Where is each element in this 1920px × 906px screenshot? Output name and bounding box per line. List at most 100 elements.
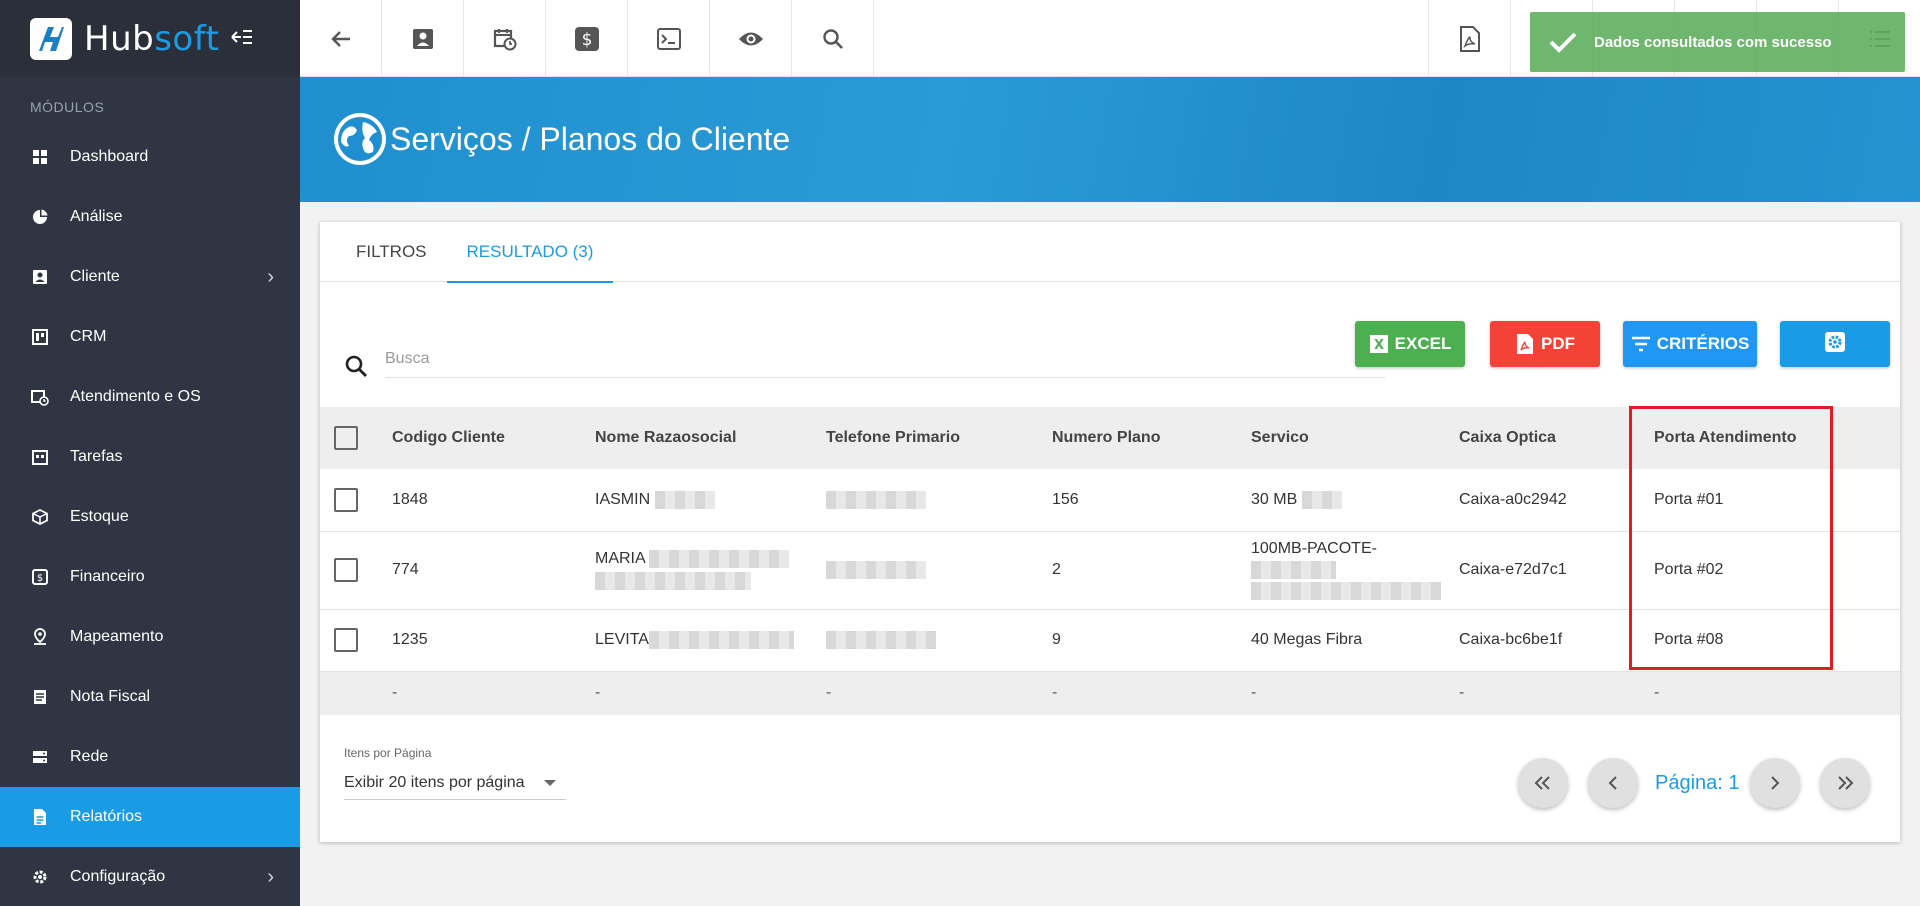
- cell-caixa: Caixa-a0c2942: [1459, 490, 1567, 508]
- contact-card-icon: [30, 267, 50, 287]
- view-button[interactable]: [710, 0, 792, 77]
- cell-caixa: Caixa-bc6be1f: [1459, 631, 1563, 648]
- column-header[interactable]: Codigo Cliente: [392, 407, 595, 469]
- sidebar-item-configuracao[interactable]: Configuração ›: [0, 847, 300, 906]
- row-checkbox[interactable]: [334, 558, 358, 582]
- pdf-export-button[interactable]: [1428, 0, 1510, 77]
- report-icon: [30, 807, 50, 827]
- sidebar-item-financeiro[interactable]: $ Financeiro: [0, 547, 300, 607]
- sidebar-item-analise[interactable]: Análise: [0, 187, 300, 247]
- column-header[interactable]: Servico: [1251, 407, 1459, 469]
- table-row[interactable]: 1848 IASMIN 156 30 MB Caixa-a0c2942 Port…: [320, 469, 1900, 531]
- collapse-menu-icon[interactable]: [231, 26, 253, 52]
- column-header[interactable]: Telefone Primario: [826, 407, 1052, 469]
- chevron-right-icon: ›: [267, 265, 274, 288]
- footer-cell: -: [595, 684, 601, 702]
- sidebar-item-label: Mapeamento: [70, 628, 164, 645]
- pdf-file-icon: [1459, 25, 1480, 52]
- footer-cell: -: [826, 684, 832, 702]
- sidebar-item-rede[interactable]: Rede: [0, 727, 300, 787]
- row-checkbox[interactable]: [334, 628, 358, 652]
- client-button[interactable]: [382, 0, 464, 77]
- sidebar-item-label: Nota Fiscal: [70, 688, 151, 705]
- select-all-cell: [320, 407, 392, 469]
- money-icon: $: [30, 567, 50, 587]
- cell-caixa: Caixa-e72d7c1: [1459, 561, 1567, 578]
- finance-button[interactable]: $: [546, 0, 628, 77]
- previous-page-button[interactable]: [1588, 758, 1638, 808]
- redacted-text: [1251, 561, 1336, 579]
- footer-cell: -: [1052, 684, 1058, 702]
- cell-servico: 100MB-PACOTE-: [1251, 531, 1459, 609]
- table-footer-row: - - - - - - -: [320, 671, 1900, 715]
- pie-chart-icon: [30, 207, 50, 227]
- sidebar-item-dashboard[interactable]: Dashboard: [0, 127, 300, 187]
- dropdown-caret-icon: [544, 780, 556, 786]
- cell-telefone: [826, 609, 1052, 671]
- chevron-right-icon: [1771, 776, 1780, 790]
- last-page-button[interactable]: [1820, 758, 1870, 808]
- sidebar: Hubsoft MÓDULOS Dashboard Análise Client…: [0, 0, 300, 906]
- first-page-button[interactable]: [1518, 758, 1568, 808]
- row-checkbox[interactable]: [334, 487, 358, 512]
- items-per-page-select[interactable]: Exibir 20 itens por página: [344, 766, 566, 800]
- schedule-button[interactable]: [464, 0, 546, 77]
- column-header[interactable]: Nome Razaosocial: [595, 407, 826, 469]
- column-header[interactable]: Porta Atendimento: [1654, 407, 1900, 469]
- table-row[interactable]: 1235 LEVITA 9 40 Megas Fibra Caixa-bc6be…: [320, 609, 1900, 671]
- sidebar-item-relatorios[interactable]: Relatórios: [0, 787, 300, 847]
- current-page-label: Página: 1: [1655, 772, 1740, 794]
- table-header-row: Codigo Cliente Nome Razaosocial Telefone…: [320, 407, 1900, 469]
- invoice-icon: [30, 687, 50, 707]
- criteria-button[interactable]: CRITÉRIOS: [1623, 321, 1757, 367]
- items-per-page-value: Exibir 20 itens por página: [344, 773, 525, 791]
- column-header[interactable]: Numero Plano: [1052, 407, 1251, 469]
- criteria-label: CRITÉRIOS: [1656, 334, 1750, 353]
- dashboard-icon: [30, 147, 50, 167]
- server-icon: [30, 747, 50, 767]
- sidebar-item-label: Relatórios: [70, 808, 143, 825]
- sidebar-item-tarefas[interactable]: Tarefas: [0, 427, 300, 487]
- calendar-clock-icon: [30, 387, 50, 407]
- next-page-button[interactable]: [1750, 758, 1800, 808]
- search-button[interactable]: [792, 0, 874, 77]
- table-row[interactable]: 774 MARIA 2 100MB-PACOTE- Caixa-e72d7c1 …: [320, 531, 1900, 609]
- redacted-text: [654, 490, 715, 509]
- pdf-export-button[interactable]: PDF: [1490, 321, 1600, 367]
- sidebar-item-cliente[interactable]: Cliente ›: [0, 247, 300, 307]
- sidebar-item-label: CRM: [70, 328, 107, 345]
- settings-button[interactable]: [1780, 321, 1890, 367]
- sidebar-item-label: Análise: [70, 208, 123, 225]
- tab-filtros[interactable]: FILTROS: [336, 222, 447, 282]
- sidebar-item-label: Cliente: [70, 268, 120, 285]
- sidebar-item-atendimento[interactable]: Atendimento e OS: [0, 367, 300, 427]
- eye-icon: [738, 32, 763, 45]
- cell-porta: Porta #01: [1654, 490, 1724, 508]
- double-chevron-right-icon: [1838, 776, 1854, 790]
- svg-text:$: $: [581, 30, 592, 50]
- tab-resultado[interactable]: RESULTADO (3): [446, 222, 614, 283]
- modules-section-title: MÓDULOS: [30, 99, 105, 115]
- sidebar-item-crm[interactable]: CRM: [0, 307, 300, 367]
- search-icon: [822, 28, 843, 49]
- check-icon: [1549, 32, 1577, 53]
- sidebar-item-estoque[interactable]: Estoque: [0, 487, 300, 547]
- cell-nome-text: LEVITA: [595, 631, 649, 649]
- redacted-text: [648, 630, 794, 649]
- search-input[interactable]: [385, 340, 1385, 378]
- brand-soft: soft: [154, 18, 220, 59]
- footer-cell: -: [1251, 684, 1257, 702]
- success-toast[interactable]: Dados consultados com sucesso: [1530, 12, 1905, 72]
- page-title-area: Serviços / Planos do Cliente: [334, 113, 790, 165]
- sidebar-item-mapeamento[interactable]: Mapeamento: [0, 607, 300, 667]
- excel-export-button[interactable]: X EXCEL: [1355, 321, 1465, 367]
- back-button[interactable]: [300, 0, 382, 77]
- sidebar-item-nota-fiscal[interactable]: Nota Fiscal: [0, 667, 300, 727]
- results-card: FILTROS RESULTADO (3) X EXCEL PDF CRITÉR…: [320, 222, 1900, 842]
- footer-cell: [320, 671, 392, 715]
- terminal-button[interactable]: [628, 0, 710, 77]
- brand-name: Hubsoft: [84, 19, 219, 59]
- column-header[interactable]: Caixa Optica: [1459, 407, 1654, 469]
- select-all-checkbox[interactable]: [334, 426, 358, 450]
- svg-text:$: $: [37, 573, 43, 584]
